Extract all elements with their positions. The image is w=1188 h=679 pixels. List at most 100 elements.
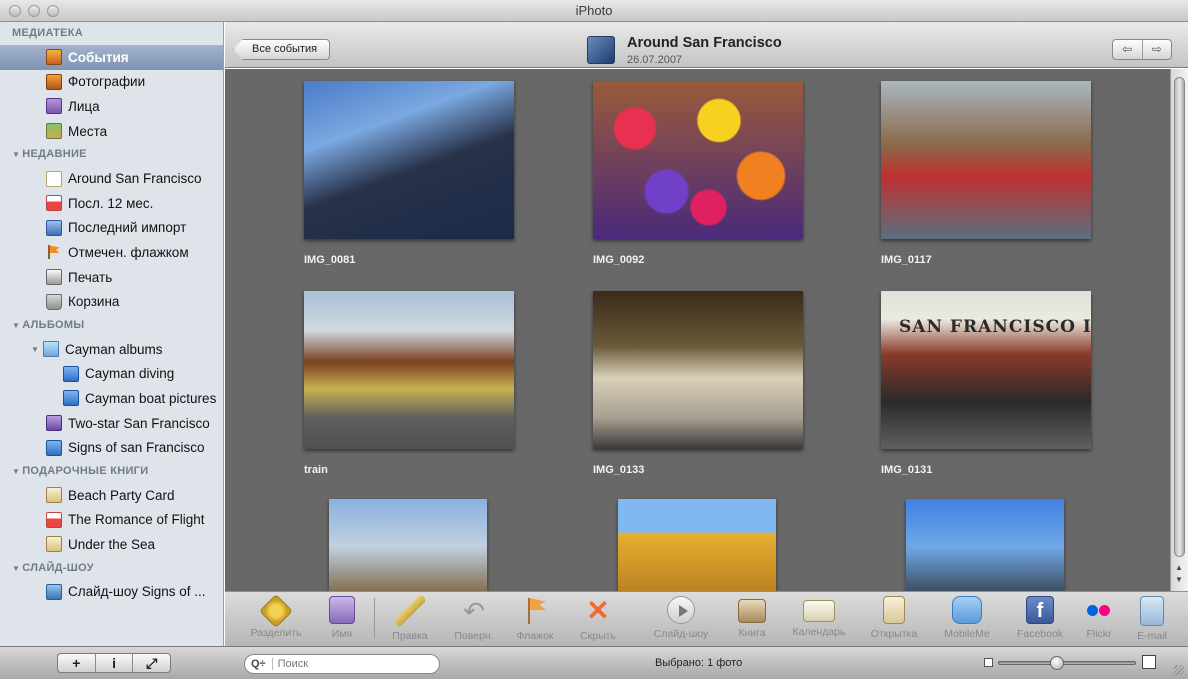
split-button[interactable]: Разделить <box>245 594 307 639</box>
scrollbar-thumb[interactable] <box>1174 77 1185 557</box>
photo-image[interactable]: SAN FRANCISCO I <box>881 291 1091 449</box>
info-button[interactable]: i <box>94 654 133 672</box>
status-bar: + i ⤢ Q÷ Выбрано: 1 фото <box>0 646 1188 679</box>
rotate-button[interactable]: ↶ Поверн. <box>447 596 501 642</box>
section-header-recent[interactable]: ▼ НЕДАВНИЕ <box>0 143 223 166</box>
section-header-albums[interactable]: ▼ АЛЬБОМЫ <box>0 314 223 337</box>
sidebar-item-cayman-diving[interactable]: Cayman diving <box>0 362 223 387</box>
photo-image[interactable] <box>329 499 487 591</box>
photo-image[interactable] <box>304 81 514 239</box>
sidebar-item-last-import[interactable]: Последний импорт <box>0 216 223 241</box>
disclosure-triangle-icon: ▼ <box>12 466 21 476</box>
section-header-slideshows[interactable]: ▼ СЛАЙД-ШОУ <box>0 557 223 580</box>
photo-caption[interactable]: IMG_0081 <box>304 254 355 266</box>
photo-image[interactable] <box>906 499 1064 591</box>
resize-grip-icon[interactable] <box>1174 665 1184 675</box>
photo-image[interactable] <box>593 81 803 239</box>
sidebar-item-slideshow-signs[interactable]: Слайд-шоу Signs of ... <box>0 580 223 605</box>
search-field[interactable]: Q÷ <box>244 654 440 674</box>
sidebar-item-last-12-months[interactable]: Посл. 12 мес. <box>0 191 223 216</box>
search-input[interactable] <box>271 658 402 670</box>
sidebar-item-label: Печать <box>68 269 113 285</box>
scroll-down-arrow-icon[interactable]: ▼ <box>1175 575 1183 584</box>
zoom-window-button[interactable] <box>47 5 59 17</box>
sidebar-item-label: Фотографии <box>68 74 146 90</box>
zoom-small-icon[interactable] <box>984 658 993 667</box>
sidebar-item-places[interactable]: Места <box>0 119 223 144</box>
sidebar-item-label: Места <box>68 123 108 139</box>
sidebar-item-faces[interactable]: Лица <box>0 94 223 119</box>
card-icon <box>46 487 62 504</box>
flickr-button[interactable]: Flickr <box>1077 596 1121 640</box>
hide-button[interactable]: ✕ Скрыть <box>573 595 623 643</box>
fullscreen-button[interactable]: ⤢ <box>132 654 170 672</box>
sidebar-item-around-san-francisco[interactable]: Around San Francisco <box>0 166 223 191</box>
facebook-button[interactable]: f Facebook <box>1009 596 1071 640</box>
pencil-icon <box>395 596 425 626</box>
photo-caption[interactable]: IMG_0131 <box>881 464 932 476</box>
section-header-books[interactable]: ▼ ПОДАРОЧНЫЕ КНИГИ <box>0 460 223 483</box>
zoom-large-icon[interactable] <box>1142 655 1156 669</box>
sidebar-item-two-star-san-francisco[interactable]: Two-star San Francisco <box>0 411 223 436</box>
sidebar-item-flagged[interactable]: Отмечен. флажком <box>0 240 223 265</box>
sidebar-item-under-the-sea[interactable]: Under the Sea <box>0 532 223 557</box>
sidebar-item-label: Последний импорт <box>68 220 187 236</box>
photo-caption[interactable]: train <box>304 464 328 476</box>
sidebar-item-trash[interactable]: Корзина <box>0 289 223 314</box>
previous-event-button[interactable]: ⇦ <box>1113 40 1143 59</box>
zoom-slider-knob[interactable] <box>1050 656 1064 670</box>
scroll-up-arrow-icon[interactable]: ▲ <box>1175 563 1183 572</box>
photo-image[interactable] <box>593 291 803 449</box>
edit-button[interactable]: Правка <box>385 596 435 642</box>
photos-icon <box>46 73 62 90</box>
sidebar-item-beach-party-card[interactable]: Beach Party Card <box>0 483 223 508</box>
card-button[interactable]: Открытка <box>861 596 927 640</box>
disclosure-triangle-icon[interactable]: ▼ <box>30 345 40 354</box>
slideshow-button[interactable]: Слайд-шоу <box>645 596 717 640</box>
add-button[interactable]: + <box>58 654 95 672</box>
toolbar-divider <box>374 598 375 638</box>
disclosure-triangle-icon: ▼ <box>12 563 21 573</box>
calendar-button[interactable]: Календарь <box>785 596 853 638</box>
event-date: 26.07.2007 <box>627 54 683 66</box>
photo-caption[interactable]: IMG_0133 <box>593 464 644 476</box>
sidebar-item-label: Cayman albums <box>65 341 163 357</box>
tool-label: Книга <box>738 627 766 639</box>
faces-icon <box>46 98 62 115</box>
search-scope-icon[interactable]: Q÷ <box>251 658 266 670</box>
tool-label: Слайд-шоу <box>653 628 709 640</box>
photo-image[interactable] <box>618 499 776 591</box>
photo-image[interactable] <box>304 291 514 449</box>
sidebar-item-cayman-boat-pictures[interactable]: Cayman boat pictures <box>0 386 223 411</box>
sidebar-item-print[interactable]: Печать <box>0 265 223 290</box>
split-icon <box>259 594 293 628</box>
calendar-icon <box>46 195 62 212</box>
sidebar-item-photos[interactable]: Фотографии <box>0 70 223 95</box>
next-event-button[interactable]: ⇨ <box>1143 40 1172 59</box>
photo-caption[interactable]: IMG_0092 <box>593 254 644 266</box>
email-button[interactable]: E-mail <box>1127 596 1177 642</box>
flickr-icon <box>1084 596 1114 624</box>
hide-icon: ✕ <box>586 595 610 626</box>
trash-icon <box>46 293 62 310</box>
tool-label: Скрыть <box>580 630 616 642</box>
sidebar-item-events[interactable]: События <box>0 45 223 70</box>
source-actions: + i ⤢ <box>57 653 171 673</box>
mobileme-button[interactable]: MobileMe <box>935 596 999 640</box>
sidebar-item-cayman-albums[interactable]: ▼ Cayman albums <box>0 337 223 362</box>
close-window-button[interactable] <box>9 5 21 17</box>
vertical-scrollbar[interactable]: ▲ ▼ <box>1170 69 1188 591</box>
sidebar-item-romance-of-flight[interactable]: The Romance of Flight <box>0 508 223 533</box>
zoom-slider[interactable] <box>998 661 1136 665</box>
flag-button[interactable]: Флажок <box>507 596 563 642</box>
book-button[interactable]: Книга <box>730 596 774 639</box>
printer-icon <box>46 269 62 286</box>
name-button[interactable]: Имя <box>318 596 366 640</box>
sidebar-item-signs-of-san-francisco[interactable]: Signs of san Francisco <box>0 435 223 460</box>
photo-image[interactable] <box>881 81 1091 239</box>
minimize-window-button[interactable] <box>28 5 40 17</box>
events-icon <box>46 49 62 66</box>
all-events-button[interactable]: Все события <box>233 39 331 60</box>
photo-grid: IMG_0081 IMG_0092 IMG_0117 train IMG_013… <box>225 69 1170 591</box>
photo-caption[interactable]: IMG_0117 <box>881 254 932 266</box>
